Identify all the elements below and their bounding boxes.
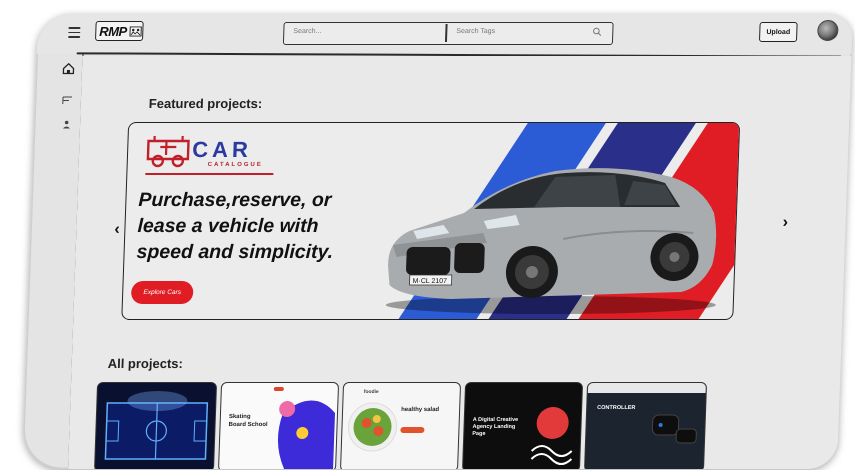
project-card-3[interactable]: foodie healthy salad [339,382,462,469]
card-title: A Digital Creative Agency Landing Page [472,417,519,437]
search-divider [444,24,448,42]
car-image: M·CL 2107 [385,168,717,314]
featured-banner[interactable]: CAR CATALOGUE Purchase,reserve, or lease… [121,122,741,320]
prev-arrow-icon[interactable]: ‹ [114,221,120,239]
banner-headline: Purchase,reserve, or lease a vehicle wit… [136,187,369,265]
stage: RMP Search... Search Tags Upload Feature… [0,0,855,470]
brand-sub: CATALOGUE [207,162,263,168]
agency-shapes [530,407,573,465]
search-input[interactable]: Search... [293,28,321,35]
salad-bowl-image [348,402,398,452]
nav-pill [273,387,284,391]
license-plate: M·CL 2107 [412,278,447,285]
top-bar: RMP Search... Search Tags Upload [36,14,853,54]
brand-name: CAR [191,137,253,162]
search-bar: Search... Search Tags [282,22,614,45]
user-icon[interactable] [60,118,73,131]
filter-icon[interactable] [61,94,74,107]
controller-image [651,414,697,444]
project-card-5[interactable]: CONTROLLER [583,382,708,469]
menu-icon[interactable] [68,27,81,38]
headline-line-3: speed and simplicity. [136,241,334,263]
home-icon[interactable] [62,62,75,75]
soccer-field-image [104,391,209,460]
card-title: Skating Board School [228,414,268,428]
headline-line-2: lease a vehicle with [137,215,319,237]
app-window: RMP Search... Search Tags Upload Feature… [22,14,853,469]
upload-button[interactable]: Upload [758,22,798,42]
main-content: Featured projects: ‹ › CAR CATALOGUE Pur… [68,56,852,469]
search-icon[interactable] [592,27,602,37]
brand-underline [145,173,274,175]
headline-line-1: Purchase,reserve, or [138,189,332,211]
card-title: healthy salad [401,407,440,413]
explore-cars-button[interactable]: Explore Cars [130,281,194,304]
featured-title: Featured projects: [148,96,263,111]
logo-text: RMP [99,23,128,39]
logo[interactable]: RMP [95,21,144,41]
car-catalogue-logo: CAR CATALOGUE [145,135,275,179]
card-title: CONTROLLER [597,405,636,411]
project-card-1[interactable] [93,382,218,469]
card-brand: foodie [363,389,379,395]
card-cta [400,427,425,433]
card-nav [587,383,707,393]
avatar[interactable] [817,20,839,41]
tags-search-input[interactable]: Search Tags [456,28,495,35]
project-card-2[interactable]: Skating Board School [217,382,340,469]
project-card-4[interactable]: A Digital Creative Agency Landing Page [461,382,584,469]
logo-mark-icon [129,25,143,37]
all-projects-title: All projects: [107,356,184,371]
car-logo-icon [146,136,190,168]
next-arrow-icon[interactable]: › [782,214,788,232]
skate-illustration [277,400,336,469]
